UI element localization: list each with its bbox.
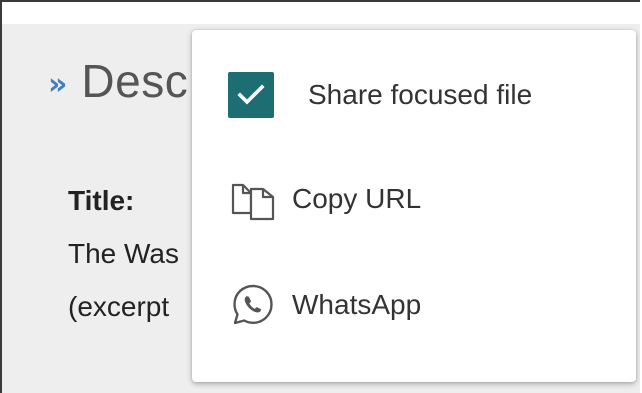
top-strip [2, 2, 640, 24]
expand-chevron-icon[interactable]: » [48, 70, 67, 100]
whatsapp-option[interactable]: WhatsApp [228, 280, 421, 330]
share-focused-file-label: Share focused file [308, 79, 533, 110]
title-label: Title: [68, 185, 135, 216]
copy-icon [228, 174, 278, 224]
checkbox-checked-icon[interactable] [228, 72, 274, 118]
copy-url-label: Copy URL [292, 183, 422, 214]
share-focused-file-option[interactable]: Share focused file [228, 70, 532, 120]
description-line-1: The Was [68, 238, 179, 269]
panel-title: Desc [81, 55, 189, 107]
whatsapp-label: WhatsApp [292, 289, 422, 320]
copy-url-option[interactable]: Copy URL [228, 174, 421, 224]
whatsapp-icon [228, 280, 278, 330]
viewport: » Desc Title: The Was (excerpt Share foc… [0, 0, 640, 393]
description-block: Title: The Was (excerpt [68, 174, 179, 333]
description-line-2: (excerpt [68, 291, 170, 322]
share-menu: Share focused file Copy URL WhatsApp [192, 30, 636, 382]
panel-header[interactable]: » Desc [48, 54, 188, 108]
